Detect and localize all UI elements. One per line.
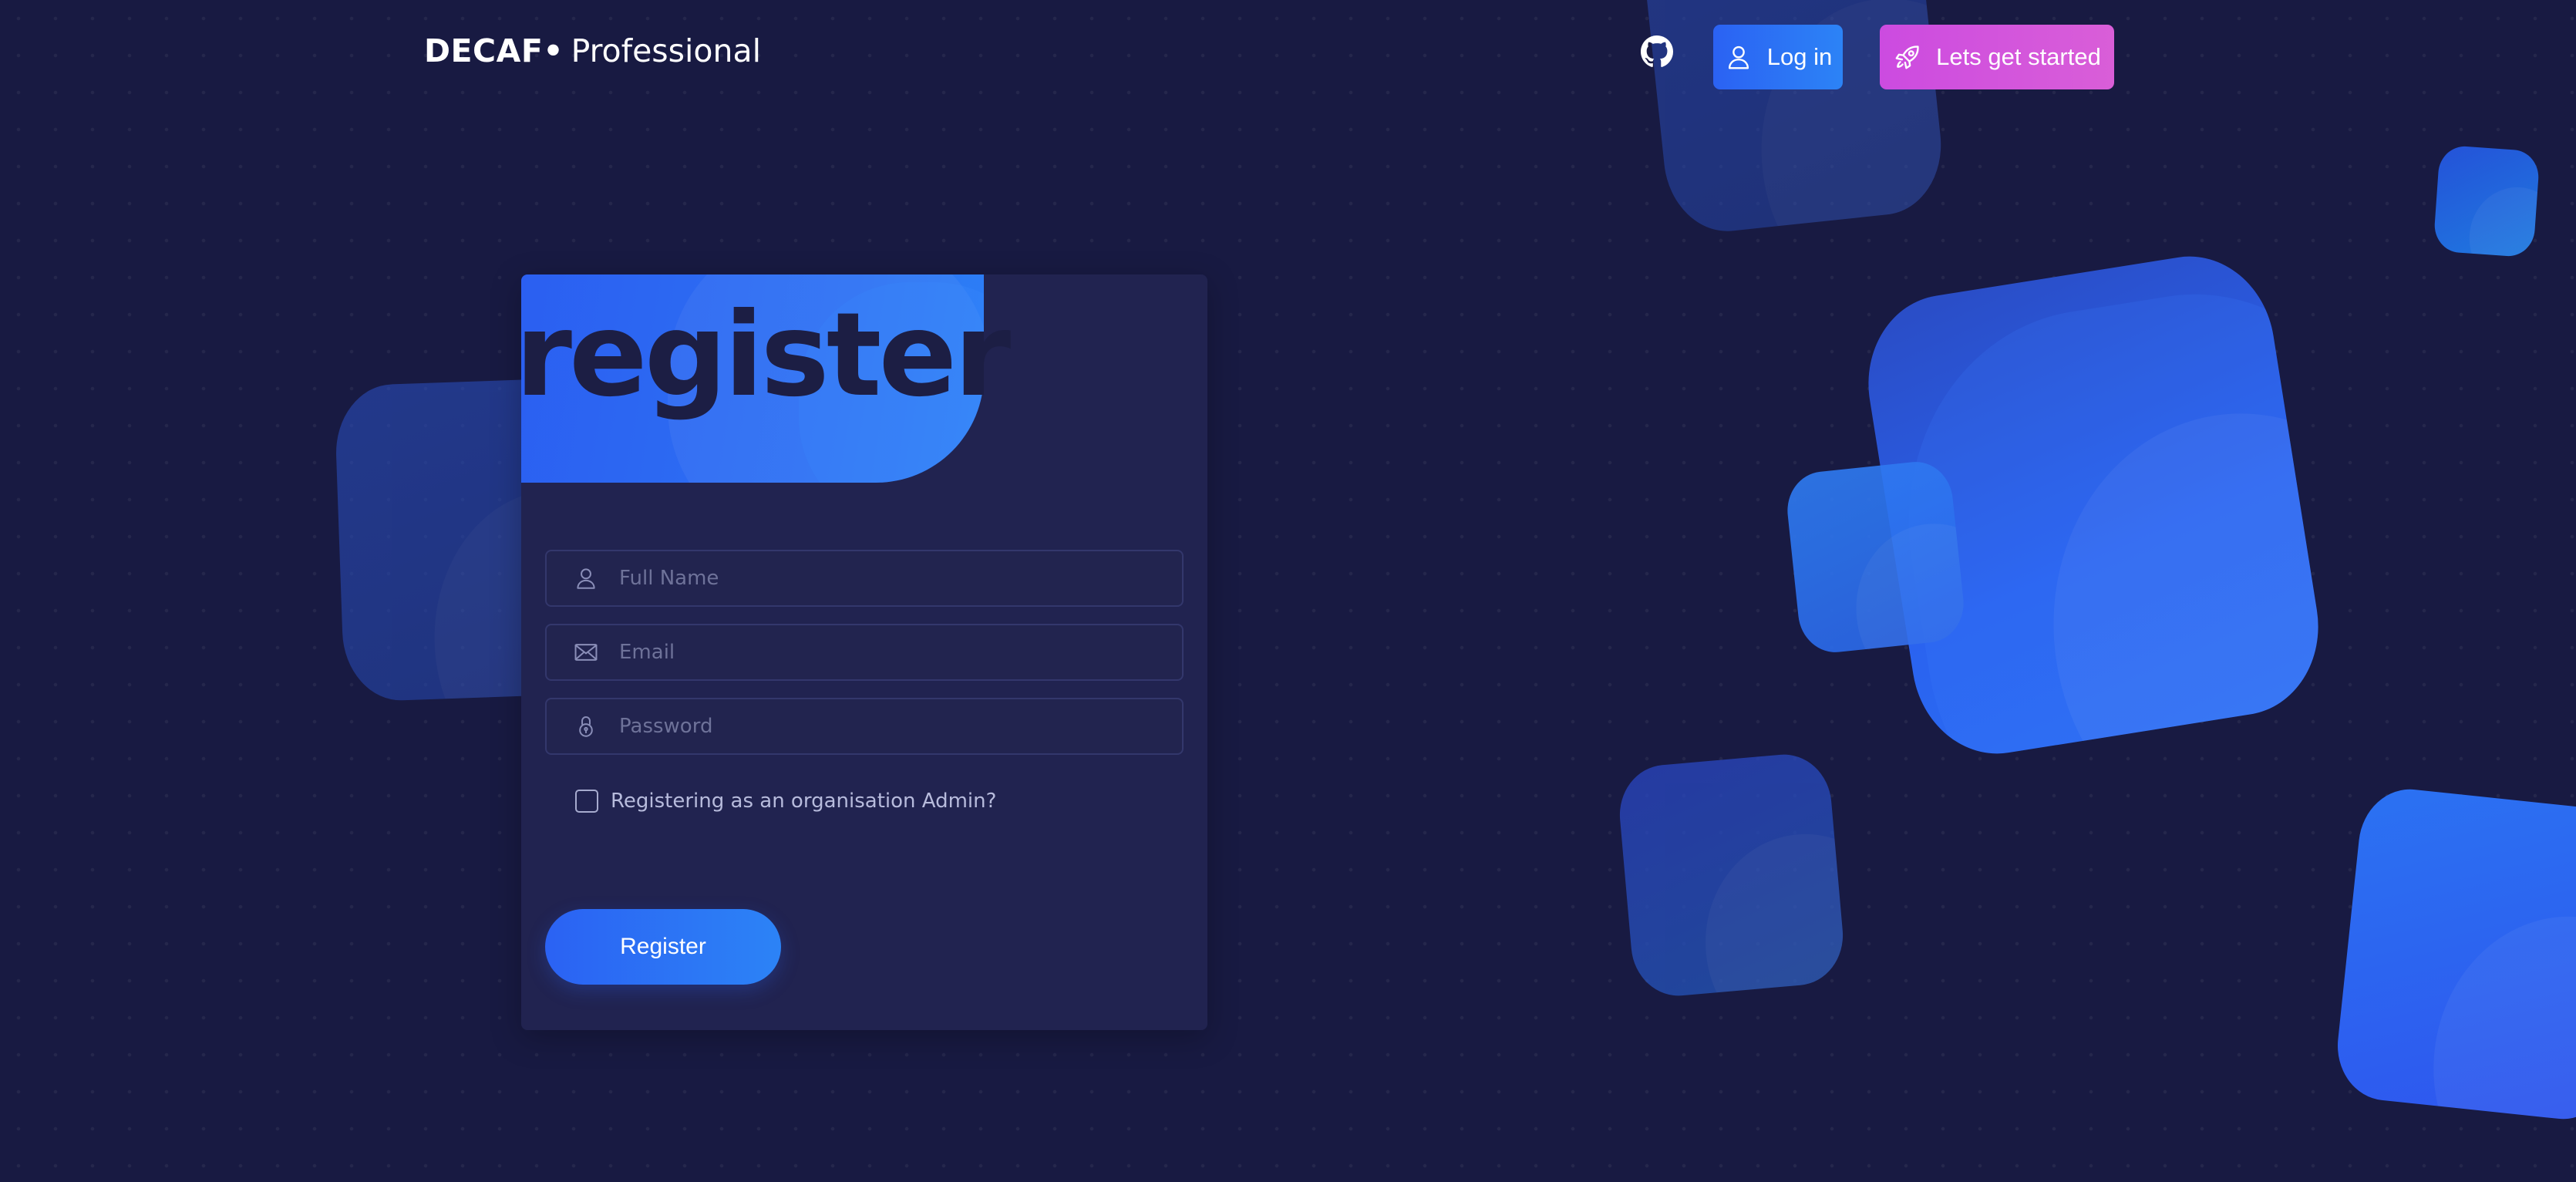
email-field[interactable] (545, 624, 1184, 681)
decorative-shape (1783, 458, 1968, 656)
decorative-shape (1615, 750, 1847, 1000)
page-title: register (515, 288, 1011, 423)
brand-logo[interactable]: DECAF• Professional (424, 32, 761, 69)
get-started-label: Lets get started (1936, 43, 2101, 70)
login-label: Log in (1766, 43, 1833, 70)
github-icon (1641, 35, 1673, 67)
decorative-shape (2332, 784, 2576, 1124)
github-link[interactable] (1641, 35, 1673, 68)
brand-dot: • (543, 32, 564, 69)
decorative-shape (2433, 144, 2541, 258)
top-navbar: DECAF• Professional Log in Lets get start… (0, 0, 2576, 116)
admin-checkbox-label[interactable]: Registering as an organisation Admin? (611, 790, 996, 813)
lock-icon (579, 716, 593, 737)
login-button[interactable]: Log in (1713, 25, 1843, 89)
rocket-icon (1895, 45, 1919, 69)
register-button[interactable]: Register (545, 909, 781, 985)
email-input[interactable] (619, 625, 1182, 679)
brand-subtitle: Professional (571, 32, 761, 69)
password-input[interactable] (619, 699, 1182, 753)
user-icon (1728, 45, 1749, 69)
envelope-icon (574, 644, 598, 661)
register-card: register Registering as an organisation … (515, 274, 1207, 1030)
admin-checkbox-row[interactable]: Registering as an organisation Admin? (575, 790, 996, 813)
full-name-input[interactable] (619, 551, 1182, 605)
brand-name: DECAF (424, 32, 544, 69)
user-icon (577, 568, 595, 589)
admin-checkbox[interactable] (575, 790, 598, 813)
password-field[interactable] (545, 698, 1184, 755)
get-started-button[interactable]: Lets get started (1880, 25, 2114, 89)
full-name-field[interactable] (545, 550, 1184, 607)
